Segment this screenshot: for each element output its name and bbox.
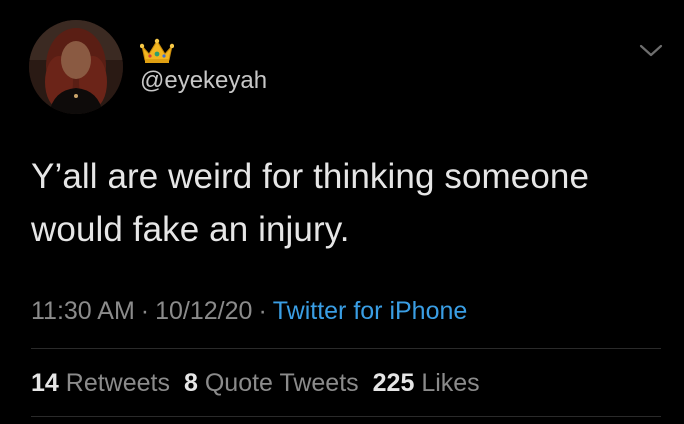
- meta-separator: ·: [140, 297, 150, 325]
- tweet-time[interactable]: 11:30 AM: [31, 297, 135, 325]
- quote-tweets-count: 8: [183, 369, 198, 397]
- tweet-meta: 11:30 AM · 10/12/20 · Twitter for iPhone: [31, 294, 467, 328]
- retweets-stat[interactable]: 14 Retweets: [31, 366, 170, 400]
- tweet-date[interactable]: 10/12/20: [155, 297, 252, 325]
- divider: [31, 348, 661, 349]
- likes-label: Likes: [421, 369, 480, 397]
- tweet-text-line: Y’all are weird for thinking someone: [31, 157, 590, 196]
- avatar-image: [29, 20, 123, 114]
- retweets-count: 14: [31, 369, 59, 397]
- tweet-source-link[interactable]: Twitter for iPhone: [273, 297, 468, 325]
- meta-separator: ·: [258, 297, 267, 325]
- quote-tweets-stat[interactable]: 8 Quote Tweets: [184, 366, 359, 400]
- likes-count: 225: [372, 369, 415, 397]
- retweets-label: Retweets: [65, 369, 170, 397]
- crown-icon: [139, 38, 175, 63]
- tweet-card: @eyekeyah Y’all are weird for thinking s…: [0, 0, 684, 424]
- display-name[interactable]: [139, 38, 175, 66]
- tweet-text: Y’all are weird for thinking someone wou…: [31, 150, 661, 256]
- divider: [31, 416, 661, 417]
- quote-tweets-label: Quote Tweets: [204, 369, 359, 397]
- tweet-stats: 14 Retweets 8 Quote Tweets 225 Likes: [31, 366, 494, 400]
- avatar[interactable]: [29, 20, 123, 114]
- likes-stat[interactable]: 225 Likes: [373, 366, 480, 400]
- user-handle[interactable]: @eyekeyah: [140, 66, 267, 96]
- tweet-text-line: would fake an injury.: [31, 210, 350, 249]
- chevron-down-icon[interactable]: [638, 40, 664, 60]
